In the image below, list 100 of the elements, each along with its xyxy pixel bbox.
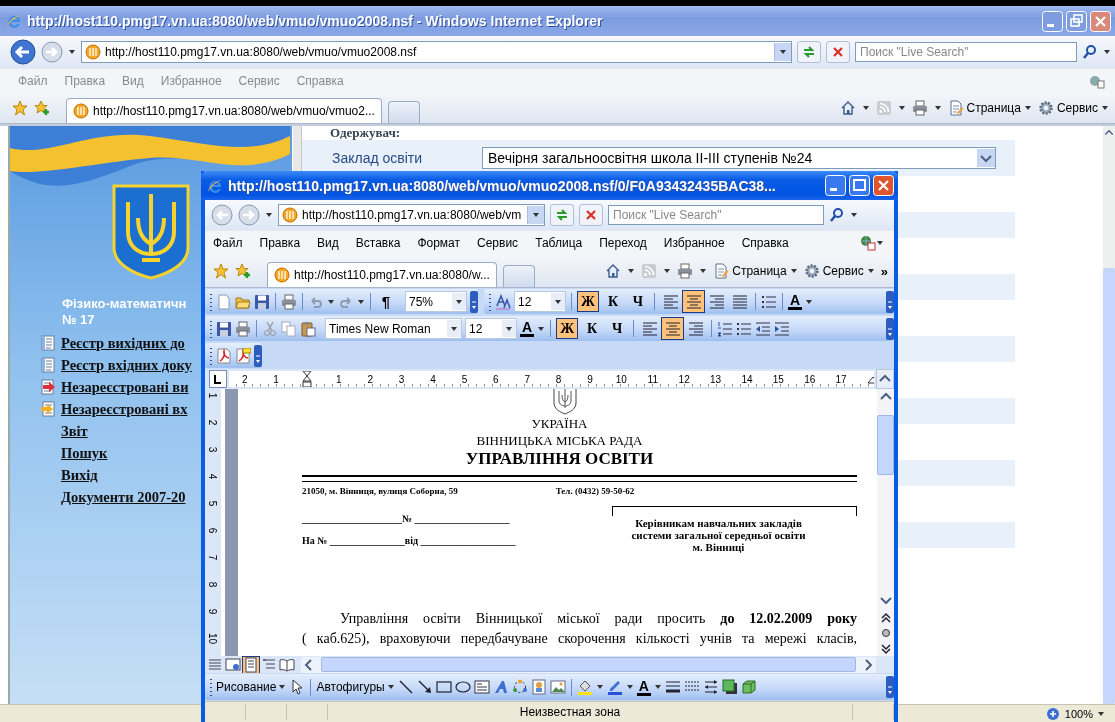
menu-item[interactable]: Справка xyxy=(741,236,798,250)
zoom-button[interactable]: 100% xyxy=(1044,705,1105,722)
pdf-comment-icon[interactable] xyxy=(235,347,251,364)
home-icon[interactable] xyxy=(605,263,622,279)
search-field[interactable]: Поиск "Live Search" xyxy=(855,42,1077,62)
search-icon[interactable] xyxy=(829,207,845,223)
bold-button[interactable]: Ж xyxy=(556,318,579,339)
menu-item[interactable]: Сервис xyxy=(477,236,528,250)
caret-icon[interactable] xyxy=(653,683,662,691)
zoom-combo[interactable]: 75% xyxy=(405,291,467,312)
caret-icon[interactable] xyxy=(850,211,858,219)
vertical-scrollbar[interactable] xyxy=(877,389,894,656)
sidebar-link[interactable]: Незареєстровані ви xyxy=(61,378,189,396)
connection-icon[interactable] xyxy=(1089,73,1105,89)
caret-icon[interactable] xyxy=(1103,48,1111,56)
arrow-icon[interactable] xyxy=(416,679,433,695)
toolbar-options-icon[interactable] xyxy=(886,317,894,340)
underline-button[interactable]: Ч xyxy=(627,291,649,312)
address-field[interactable]: http://host110.pmg17.vn.ua:8080/web/vm xyxy=(278,204,545,226)
underline-button[interactable]: Ч xyxy=(606,318,629,339)
draw-menu-button[interactable]: Рисование xyxy=(216,680,287,694)
shadow-icon[interactable] xyxy=(721,679,738,695)
web-page-icon[interactable] xyxy=(860,235,876,251)
caret-icon[interactable] xyxy=(68,48,76,56)
align-center-icon[interactable] xyxy=(664,320,681,337)
close-icon[interactable] xyxy=(873,175,894,196)
caret-icon[interactable] xyxy=(625,683,634,691)
toolbar-options-icon[interactable] xyxy=(886,290,894,313)
pdf-icon[interactable] xyxy=(216,347,232,364)
menu-item[interactable]: Правка xyxy=(259,236,310,250)
italic-button[interactable]: К xyxy=(602,291,624,312)
font-size-combo[interactable]: 12 xyxy=(514,291,566,312)
menu-item[interactable]: Вид xyxy=(317,236,348,250)
favorites-star-icon[interactable] xyxy=(12,100,28,116)
fill-color-icon[interactable] xyxy=(576,679,593,695)
caret-icon[interactable] xyxy=(805,297,814,306)
sidebar-link[interactable]: Реєстр вхідних доку xyxy=(61,356,192,374)
bulleted-list-icon[interactable] xyxy=(761,293,777,310)
bold-button[interactable]: Ж xyxy=(577,291,599,312)
styles-icon[interactable] xyxy=(495,293,511,310)
home-icon[interactable] xyxy=(839,100,856,116)
wordart-icon[interactable] xyxy=(492,679,509,695)
numbered-list-icon[interactable] xyxy=(717,320,734,337)
font-color-button[interactable]: A xyxy=(636,678,651,696)
reading-layout-icon[interactable] xyxy=(279,656,295,673)
tab-stop-selector-icon[interactable] xyxy=(209,370,227,388)
add-favorite-icon[interactable] xyxy=(34,100,50,116)
vertical-scrollbar[interactable] xyxy=(1103,126,1115,704)
caret-icon[interactable] xyxy=(357,297,365,306)
cube-icon[interactable] xyxy=(740,679,757,695)
menu-item[interactable]: Избранное xyxy=(663,236,734,250)
refresh-icon[interactable] xyxy=(554,207,570,223)
menu-item[interactable]: Переход xyxy=(599,236,656,250)
save-icon[interactable] xyxy=(254,293,270,310)
sidebar-link[interactable]: Реєстр вихідних до xyxy=(61,334,185,352)
autoshapes-menu-button[interactable]: Автофигуры xyxy=(316,680,395,694)
align-center-icon[interactable] xyxy=(685,293,702,310)
caret-icon[interactable] xyxy=(265,211,273,219)
printer-icon[interactable] xyxy=(281,293,297,310)
back-button-icon[interactable] xyxy=(10,39,36,65)
tools-menu-button[interactable]: Сервис xyxy=(803,260,875,282)
browser-tab[interactable]: http://host110.pmg17.vn.ua:8080/w... xyxy=(267,262,497,287)
caret-icon[interactable] xyxy=(933,104,942,112)
line-color-icon[interactable] xyxy=(606,679,623,695)
font-size-combo[interactable]: 12 xyxy=(465,318,517,339)
toolbar-options-icon[interactable] xyxy=(470,290,478,313)
font-color-button[interactable]: A xyxy=(788,293,803,310)
rectangle-icon[interactable] xyxy=(435,679,452,695)
caret-icon[interactable] xyxy=(537,324,546,333)
print-layout-icon[interactable] xyxy=(243,656,259,673)
sidebar-link[interactable]: Звіт xyxy=(61,422,88,440)
sidebar-link[interactable]: Незареєстровані вх xyxy=(61,400,188,418)
institution-select[interactable]: Вечірня загальноосвітня школа ІІ-ІІІ ступенів №24 xyxy=(482,147,996,169)
minimize-icon[interactable] xyxy=(825,175,846,196)
caret-icon[interactable] xyxy=(897,104,906,112)
tools-menu-button[interactable]: Сервис xyxy=(1037,97,1109,119)
align-right-icon[interactable] xyxy=(687,320,704,337)
menu-item[interactable]: Таблица xyxy=(535,236,592,250)
more-commands-button[interactable]: » xyxy=(880,263,888,279)
toolbar-options-icon[interactable] xyxy=(254,344,262,367)
save-icon[interactable] xyxy=(216,320,232,337)
page-menu-button[interactable]: Страница xyxy=(947,97,1032,119)
search-field[interactable]: Поиск "Live Search" xyxy=(608,205,824,225)
caret-icon[interactable] xyxy=(595,683,604,691)
justify-icon[interactable] xyxy=(731,293,748,310)
favorites-star-icon[interactable] xyxy=(213,263,229,279)
printer-icon[interactable] xyxy=(911,100,928,116)
browser-tab[interactable]: http://host110.pmg17.vn.ua:8080/web/vmuo/vmuo2... xyxy=(66,98,382,123)
caret-icon[interactable] xyxy=(779,48,787,56)
arrow-style-icon[interactable] xyxy=(702,679,719,695)
sidebar-link[interactable]: Документи 2007-20 xyxy=(61,488,186,506)
increase-indent-icon[interactable] xyxy=(774,320,791,337)
italic-button[interactable]: К xyxy=(581,318,604,339)
diagram-icon[interactable] xyxy=(511,679,528,695)
picture-icon[interactable] xyxy=(549,679,566,695)
forward-button-icon[interactable] xyxy=(41,41,63,63)
horizontal-scrollbar[interactable] xyxy=(301,656,876,673)
menu-item[interactable]: Формат xyxy=(417,236,470,250)
address-field[interactable]: http://host110.pmg17.vn.ua:8080/web/vmuo/vmuo2008.nsf xyxy=(81,41,792,63)
maximize-icon[interactable] xyxy=(849,175,870,196)
